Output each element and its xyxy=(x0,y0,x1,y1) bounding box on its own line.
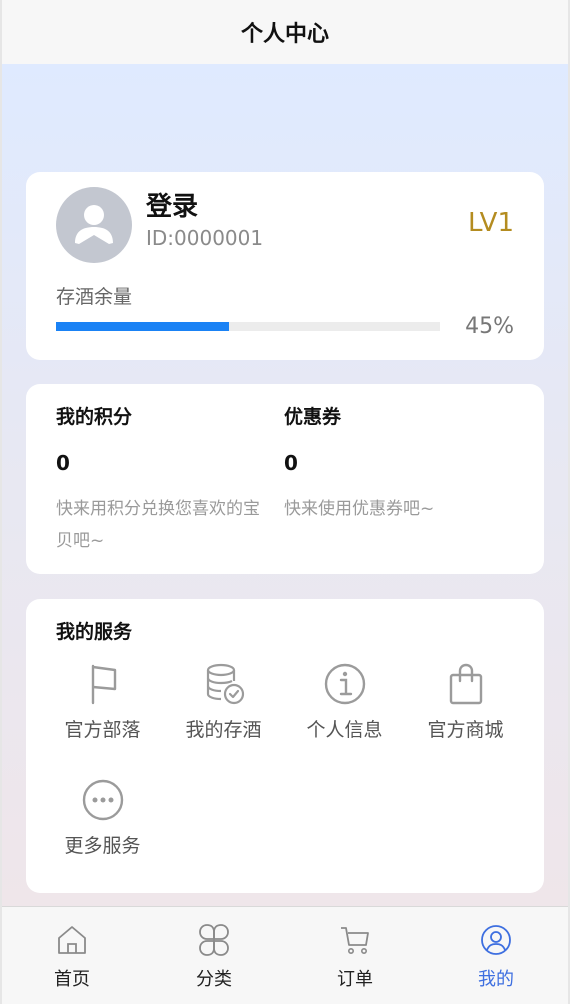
progress-fill xyxy=(56,322,229,331)
service-more[interactable]: 更多服务 xyxy=(42,777,163,858)
wine-balance-progress xyxy=(56,322,440,331)
services-card: 我的服务 官方部落 我的存酒 个人信息 官方商城 更多服务 xyxy=(26,599,544,893)
info-icon xyxy=(324,663,365,705)
service-my-wine[interactable]: 我的存酒 xyxy=(163,661,284,742)
tab-orders[interactable]: 订单 xyxy=(315,923,395,991)
app-frame: 个人中心 登录 ID:0000001 LV1 存酒余量 45% 我的积分 0 快… xyxy=(0,0,570,1004)
service-label: 我的存酒 xyxy=(185,719,262,741)
points-card: 我的积分 0 快来用积分兑换您喜欢的宝贝吧~ 优惠券 0 快来使用优惠券吧~ xyxy=(26,384,544,574)
points-section[interactable]: 我的积分 0 快来用积分兑换您喜欢的宝贝吧~ xyxy=(56,402,276,557)
profile-card: 登录 ID:0000001 LV1 存酒余量 45% xyxy=(26,172,544,360)
service-official-mall[interactable]: 官方商城 xyxy=(405,661,526,742)
page-title: 个人中心 xyxy=(240,22,329,47)
coupon-title: 优惠券 xyxy=(284,406,342,428)
cart-icon xyxy=(341,927,369,954)
coupon-section[interactable]: 优惠券 0 快来使用优惠券吧~ xyxy=(284,402,504,525)
tab-label: 订单 xyxy=(337,969,373,990)
flag-icon xyxy=(91,664,116,705)
service-official-tribe[interactable]: 官方部落 xyxy=(42,661,163,742)
service-label: 官方商城 xyxy=(427,719,504,741)
points-value: 0 xyxy=(56,451,70,475)
more-icon xyxy=(82,779,123,821)
default-avatar-icon xyxy=(75,205,113,244)
points-description: 快来用积分兑换您喜欢的宝贝吧~ xyxy=(56,499,260,551)
coupon-description: 快来使用优惠券吧~ xyxy=(284,499,435,519)
service-personal-info[interactable]: 个人信息 xyxy=(284,661,405,742)
progress-percent: 45% xyxy=(465,314,514,339)
service-label: 官方部落 xyxy=(64,719,141,741)
tab-mine[interactable]: 我的 xyxy=(456,923,536,991)
level-badge: LV1 xyxy=(468,208,514,238)
tab-label: 我的 xyxy=(478,969,514,990)
bottom-tab-bar: 首页 分类 订单 我的 xyxy=(2,906,568,1004)
tab-label: 分类 xyxy=(196,969,232,990)
service-label: 个人信息 xyxy=(306,719,383,741)
points-title: 我的积分 xyxy=(56,406,133,428)
services-title: 我的服务 xyxy=(56,621,133,643)
storage-check-icon xyxy=(206,663,244,705)
main-content[interactable]: 登录 ID:0000001 LV1 存酒余量 45% 我的积分 0 快来用积分兑… xyxy=(2,64,568,906)
tab-label: 首页 xyxy=(54,969,90,990)
tab-home[interactable]: 首页 xyxy=(32,923,112,991)
wine-balance-label: 存酒余量 xyxy=(56,286,133,308)
tab-category[interactable]: 分类 xyxy=(174,923,254,991)
user-id: ID:0000001 xyxy=(146,226,264,250)
login-link[interactable]: 登录 xyxy=(146,186,198,223)
avatar[interactable] xyxy=(56,187,132,263)
user-icon xyxy=(481,925,511,955)
coupon-value: 0 xyxy=(284,451,298,475)
top-bar: 个人中心 xyxy=(2,0,568,64)
category-icon xyxy=(199,924,229,956)
shopping-bag-icon xyxy=(449,663,482,705)
home-icon xyxy=(58,926,86,954)
service-label: 更多服务 xyxy=(64,835,141,857)
